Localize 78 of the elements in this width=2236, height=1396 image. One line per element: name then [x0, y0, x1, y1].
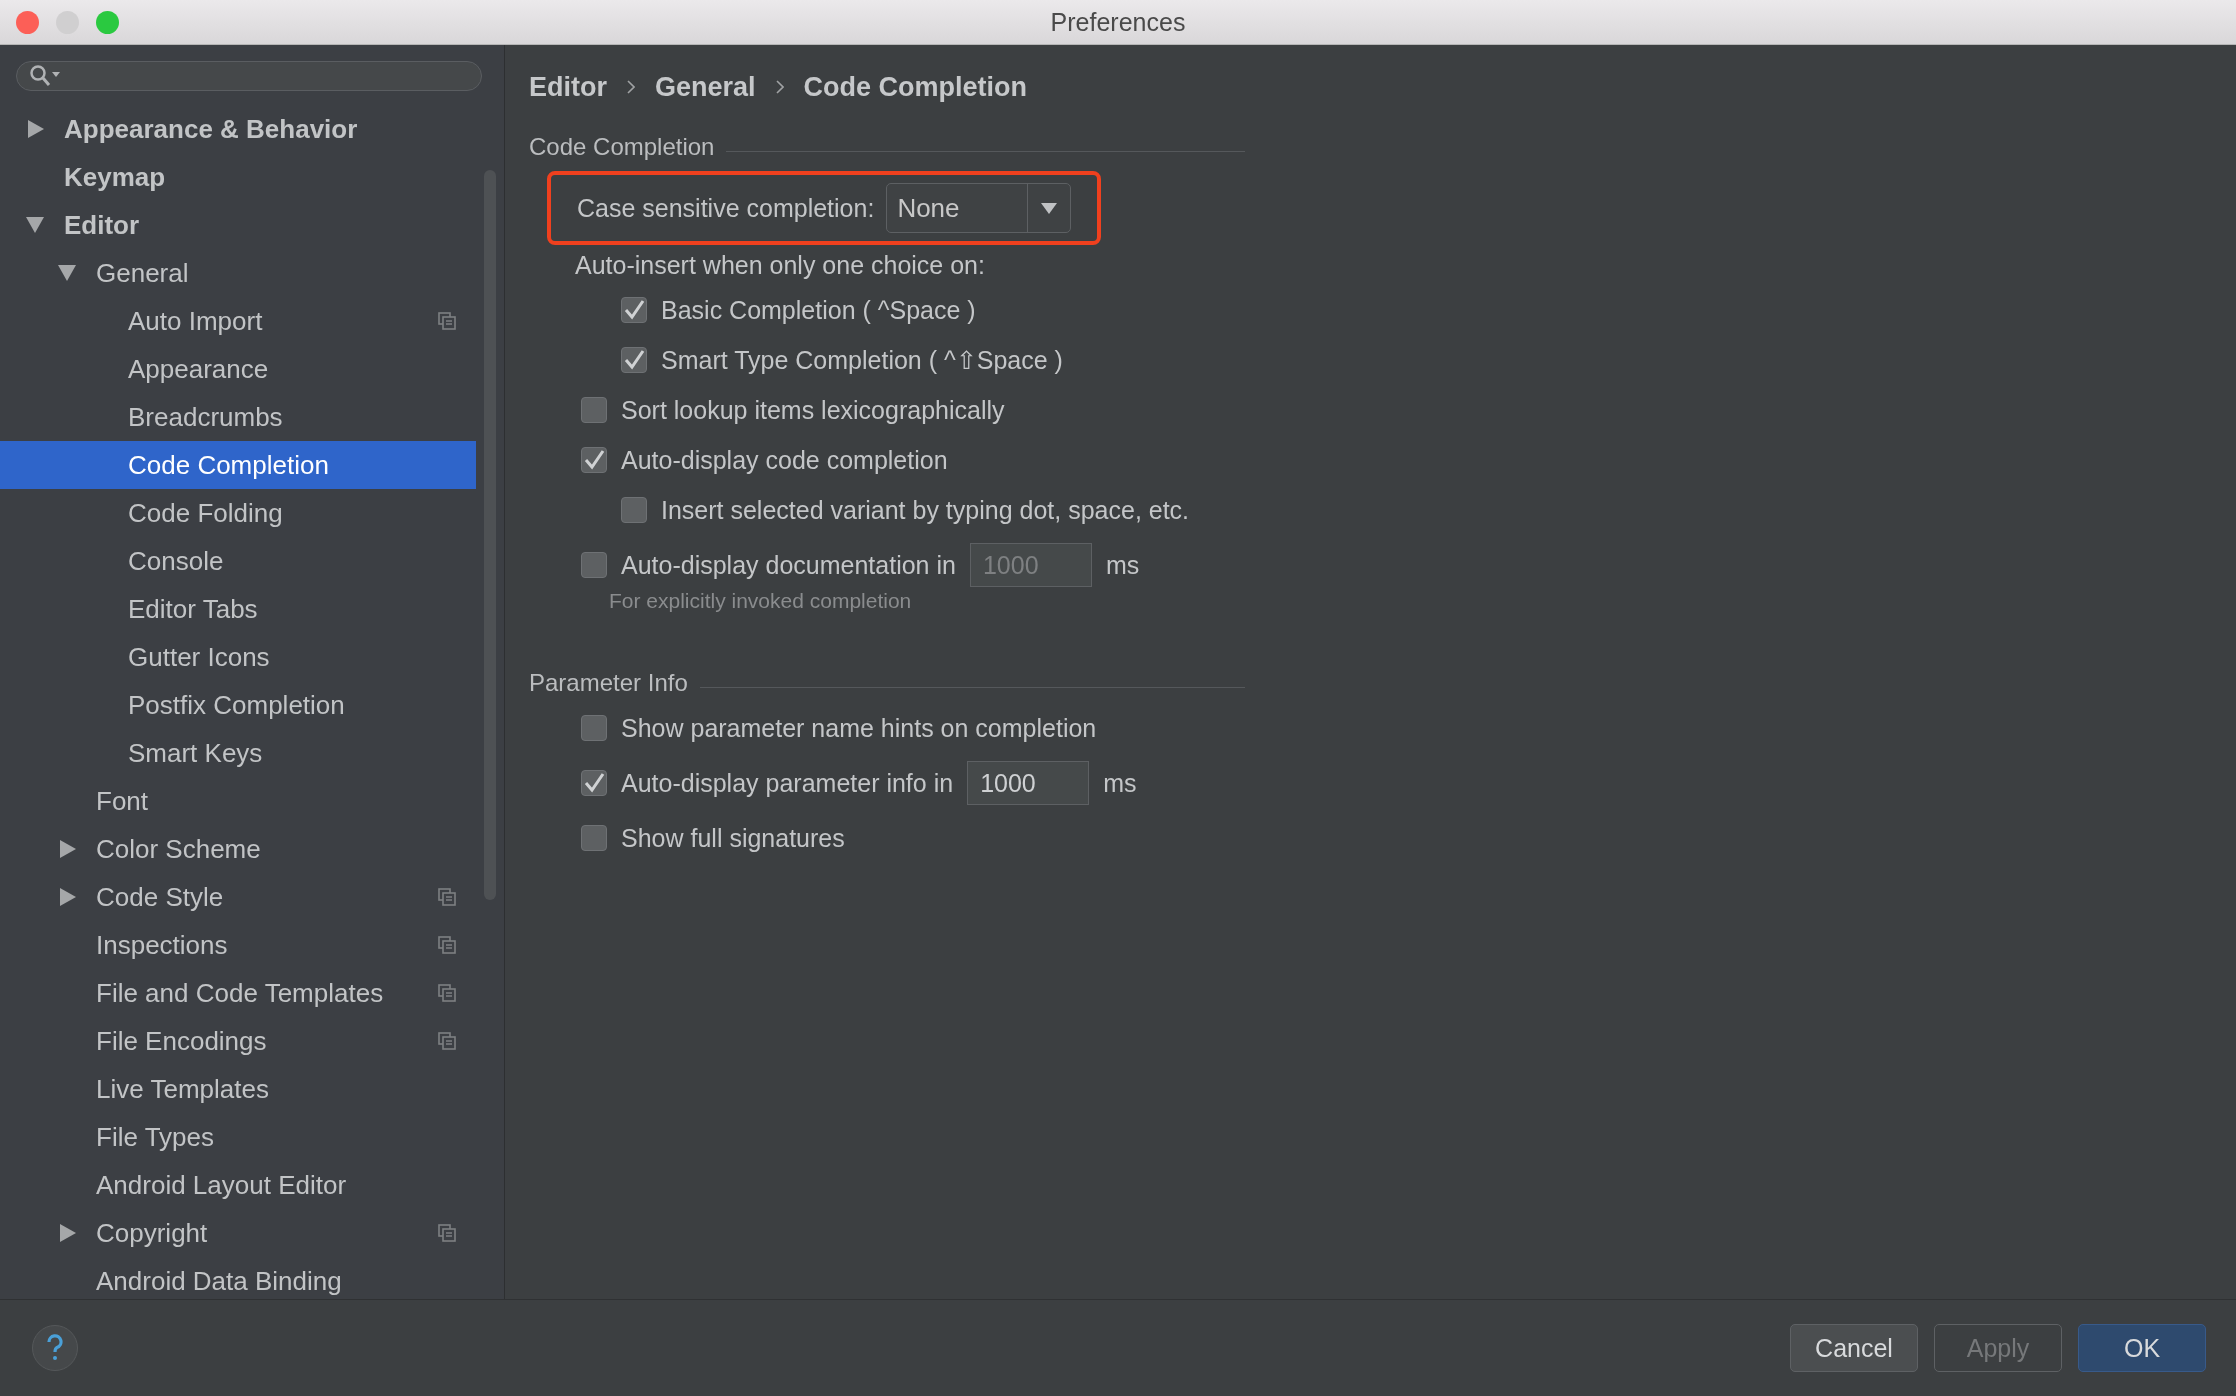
tree-item[interactable]: Gutter Icons — [0, 633, 476, 681]
dropdown-arrow-icon — [1041, 202, 1058, 214]
checkbox[interactable] — [581, 552, 607, 578]
checkbox[interactable] — [621, 497, 647, 523]
number-field[interactable]: 1000 — [967, 761, 1090, 805]
copy-icon — [438, 1032, 456, 1050]
tree-item[interactable]: File and Code Templates — [0, 969, 476, 1017]
copy-icon — [438, 312, 456, 330]
tree-item[interactable]: General — [0, 249, 476, 297]
expand-arrow-icon[interactable] — [60, 1224, 76, 1242]
tree-item[interactable]: Color Scheme — [0, 825, 476, 873]
checkbox-label[interactable]: Auto-display code completion — [621, 445, 948, 475]
tree-item[interactable]: Code Style — [0, 873, 476, 921]
tree-item[interactable]: Code Completion — [0, 441, 476, 489]
checkbox-label[interactable]: Auto-display parameter info in — [621, 768, 954, 798]
chevron-icon — [627, 80, 635, 94]
close-button[interactable] — [16, 11, 39, 34]
checkbox-label[interactable]: Auto-display documentation in — [621, 550, 956, 580]
case-dropdown[interactable]: None — [886, 183, 1072, 233]
tree-item[interactable]: Live Templates — [0, 1065, 476, 1113]
tree-item[interactable]: Font — [0, 777, 476, 825]
tree-item[interactable]: Breadcrumbs — [0, 393, 476, 441]
search-icon — [29, 64, 63, 88]
help-button[interactable] — [32, 1325, 78, 1371]
expand-arrow-icon[interactable] — [60, 840, 76, 858]
hint-text: For explicitly invoked completion — [609, 589, 913, 613]
tree-item[interactable]: Editor Tabs — [0, 585, 476, 633]
breadcrumb-item[interactable]: Editor — [529, 71, 607, 103]
tree-item[interactable]: Android Data Binding — [0, 1257, 476, 1299]
tree-item[interactable]: Auto Import — [0, 297, 476, 345]
expand-arrow-icon[interactable] — [28, 120, 44, 138]
section-title: Code Completion — [529, 133, 715, 161]
collapse-arrow-icon[interactable] — [26, 217, 44, 233]
group-label: Auto-insert when only one choice on: — [575, 250, 985, 280]
checkbox[interactable] — [581, 447, 607, 473]
search-field[interactable] — [16, 61, 482, 91]
tree-item[interactable]: Console — [0, 537, 476, 585]
window-title: Preferences — [1050, 7, 1186, 37]
tree-item[interactable]: Code Folding — [0, 489, 476, 537]
checkbox[interactable] — [581, 825, 607, 851]
tree-item[interactable]: Postfix Completion — [0, 681, 476, 729]
dialog-button[interactable]: Cancel — [1790, 1324, 1918, 1372]
tree-item[interactable]: Copyright — [0, 1209, 476, 1257]
tree-item[interactable]: Appearance & Behavior — [0, 105, 476, 153]
tree-item[interactable]: Smart Keys — [0, 729, 476, 777]
unit-label: ms — [1103, 768, 1137, 798]
collapse-arrow-icon[interactable] — [58, 265, 76, 281]
checkbox[interactable] — [581, 397, 607, 423]
checkbox[interactable] — [621, 347, 647, 373]
checkbox[interactable] — [621, 297, 647, 323]
tree-item[interactable]: File Types — [0, 1113, 476, 1161]
checkbox-label[interactable]: Basic Completion ( ^Space ) — [661, 295, 976, 325]
copy-icon — [438, 1224, 456, 1242]
field-label: Case sensitive completion: — [577, 193, 875, 223]
tree-item[interactable]: File Encodings — [0, 1017, 476, 1065]
tree-item[interactable]: Editor — [0, 201, 476, 249]
checkbox[interactable] — [581, 770, 607, 796]
tree-item[interactable]: Appearance — [0, 345, 476, 393]
checkbox-label[interactable]: Show full signatures — [621, 823, 845, 853]
breadcrumb-item[interactable]: Code Completion — [803, 71, 1028, 103]
unit-label: ms — [1105, 550, 1140, 580]
checkbox-label[interactable]: Sort lookup items lexicographically — [621, 395, 1005, 425]
checkbox[interactable] — [581, 715, 607, 741]
checkbox-label[interactable]: Insert selected variant by typing dot, space, etc. — [661, 495, 1190, 525]
tree-item[interactable]: Inspections — [0, 921, 476, 969]
copy-icon — [438, 888, 456, 906]
breadcrumb-item[interactable]: General — [655, 71, 756, 103]
copy-icon — [438, 936, 456, 954]
tree-item[interactable]: Keymap — [0, 153, 476, 201]
chevron-icon — [775, 80, 784, 94]
copy-icon — [438, 984, 456, 1002]
question-mark-icon — [45, 1334, 65, 1362]
expand-arrow-icon[interactable] — [60, 888, 76, 906]
dialog-button[interactable]: OK — [2078, 1324, 2206, 1372]
checkbox-label[interactable]: Show parameter name hints on completion — [621, 713, 1097, 743]
section-title: Parameter Info — [529, 669, 688, 697]
tree-item[interactable]: Android Layout Editor — [0, 1161, 476, 1209]
checkbox-label[interactable]: Smart Type Completion ( ^⇧Space ) — [661, 345, 1063, 375]
